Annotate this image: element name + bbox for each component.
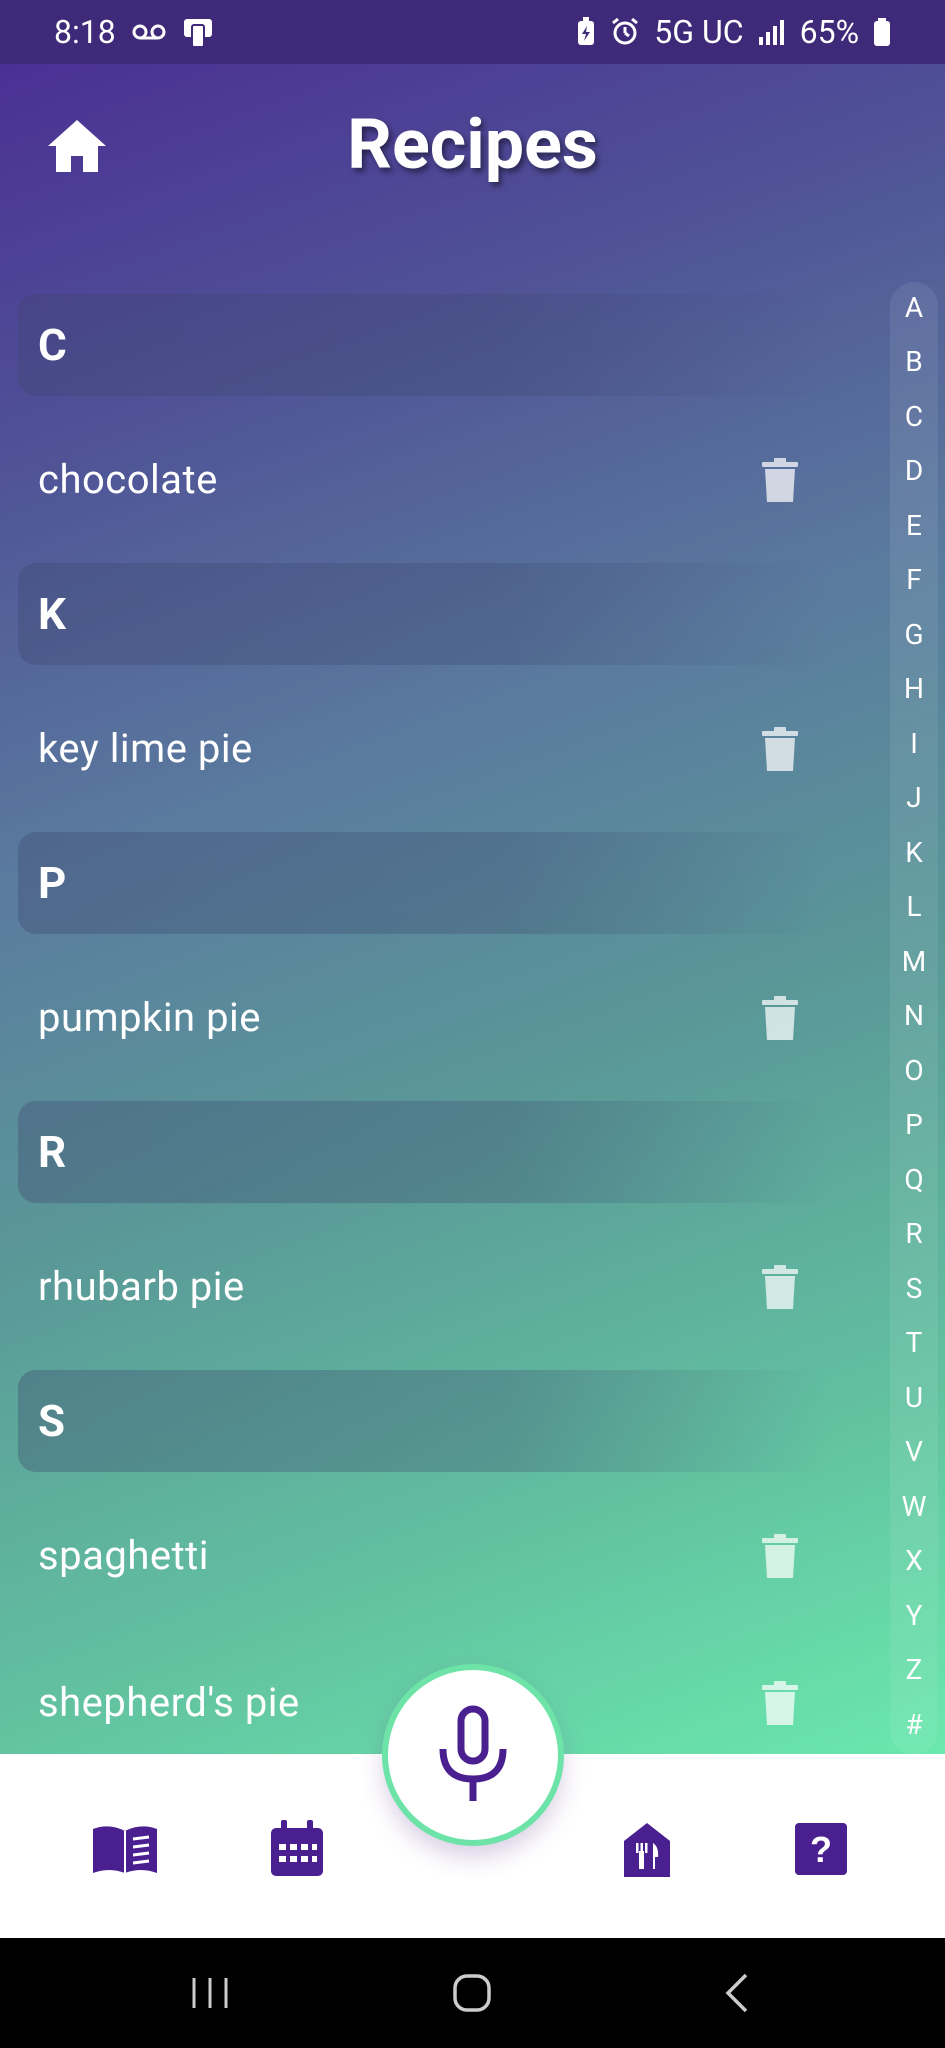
recipe-item-chocolate[interactable]: chocolate (0, 396, 860, 563)
trash-icon[interactable] (760, 1533, 800, 1578)
index-letter-h[interactable]: H (890, 669, 938, 709)
status-time: 8:18 (54, 13, 116, 51)
battery-percent: 65% (799, 13, 859, 51)
index-letter-v[interactable]: V (890, 1432, 938, 1472)
battery-icon (873, 18, 891, 46)
index-letter-z[interactable]: Z (890, 1650, 938, 1690)
network-label: 5G UC (654, 13, 744, 51)
index-letter-r[interactable]: R (890, 1214, 938, 1254)
recipe-name: shepherd's pie (38, 1679, 300, 1726)
recipe-list: C chocolate K key lime pie P pumpkin pie… (0, 294, 860, 1754)
index-letter-g[interactable]: G (890, 615, 938, 655)
index-letter-m[interactable]: M (890, 942, 938, 982)
voicemail-icon (132, 22, 166, 42)
index-letter-i[interactable]: I (890, 724, 938, 764)
svg-text:?: ? (810, 1829, 832, 1870)
index-letter-o[interactable]: O (890, 1051, 938, 1091)
index-letter-l[interactable]: L (890, 887, 938, 927)
recipe-item-rhubarb-pie[interactable]: rhubarb pie (0, 1203, 860, 1370)
trash-icon[interactable] (760, 995, 800, 1040)
app-screen: 8:18 5G UC 65% Recipes C chocolate K key… (0, 0, 945, 1754)
back-button[interactable] (722, 1968, 752, 2018)
index-letter-s[interactable]: S (890, 1269, 938, 1309)
recipe-name: pumpkin pie (38, 994, 261, 1041)
section-header-s: S (18, 1370, 830, 1472)
recipe-name: spaghetti (38, 1532, 209, 1579)
index-letter-b[interactable]: B (890, 342, 938, 382)
recipe-name: key lime pie (38, 725, 253, 772)
index-letter-u[interactable]: U (890, 1378, 938, 1418)
system-nav-bar (0, 1938, 945, 2048)
index-letter-d[interactable]: D (890, 451, 938, 491)
signal-icon (758, 19, 786, 45)
index-letter-hash[interactable]: # (890, 1705, 938, 1745)
trash-icon[interactable] (760, 457, 800, 502)
index-letter-f[interactable]: F (890, 560, 938, 600)
nav-recipes-button[interactable] (90, 1814, 160, 1884)
restaurant-icon (624, 1823, 670, 1877)
index-letter-q[interactable]: Q (890, 1160, 938, 1200)
index-letter-t[interactable]: T (890, 1323, 938, 1363)
index-letter-y[interactable]: Y (890, 1596, 938, 1636)
screen-icon (182, 17, 214, 47)
recipe-item-key-lime-pie[interactable]: key lime pie (0, 665, 860, 832)
trash-icon[interactable] (760, 726, 800, 771)
index-letter-e[interactable]: E (890, 506, 938, 546)
recipe-item-spaghetti[interactable]: spaghetti (0, 1472, 860, 1639)
status-bar: 8:18 5G UC 65% (0, 0, 945, 64)
index-letter-a[interactable]: A (890, 288, 938, 328)
home-system-button[interactable] (452, 1968, 492, 2018)
trash-icon[interactable] (760, 1264, 800, 1309)
home-circle-icon (453, 1974, 491, 2012)
page-title: Recipes (347, 104, 598, 186)
voice-input-button[interactable] (382, 1664, 564, 1846)
nav-help-button[interactable]: ? (786, 1814, 856, 1884)
nav-restaurant-button[interactable] (612, 1814, 682, 1884)
section-header-k: K (18, 563, 830, 665)
recent-apps-button[interactable] (190, 1968, 230, 2018)
help-icon: ? (795, 1823, 847, 1875)
app-header: Recipes (0, 64, 945, 224)
index-letter-p[interactable]: P (890, 1105, 938, 1145)
microphone-icon (439, 1705, 507, 1801)
recipe-item-pumpkin-pie[interactable]: pumpkin pie (0, 934, 860, 1101)
index-letter-k[interactable]: K (890, 833, 938, 873)
recipe-name: chocolate (38, 456, 218, 503)
index-letter-n[interactable]: N (890, 996, 938, 1036)
index-letter-c[interactable]: C (890, 397, 938, 437)
section-header-p: P (18, 832, 830, 934)
recent-apps-icon (192, 1978, 228, 2008)
index-letter-j[interactable]: J (890, 778, 938, 818)
recipe-name: rhubarb pie (38, 1263, 245, 1310)
section-header-r: R (18, 1101, 830, 1203)
nav-calendar-button[interactable] (262, 1814, 332, 1884)
alarm-icon (610, 17, 640, 47)
alphabet-index[interactable]: A B C D E F G H I J K L M N O P Q R S T … (890, 282, 938, 1754)
back-icon (725, 1973, 748, 2013)
index-letter-w[interactable]: W (890, 1487, 938, 1527)
calendar-icon (271, 1820, 323, 1876)
trash-icon[interactable] (760, 1680, 800, 1725)
book-icon (93, 1826, 157, 1873)
index-letter-x[interactable]: X (890, 1541, 938, 1581)
battery-saver-icon (576, 17, 596, 47)
section-header-c: C (18, 294, 830, 396)
